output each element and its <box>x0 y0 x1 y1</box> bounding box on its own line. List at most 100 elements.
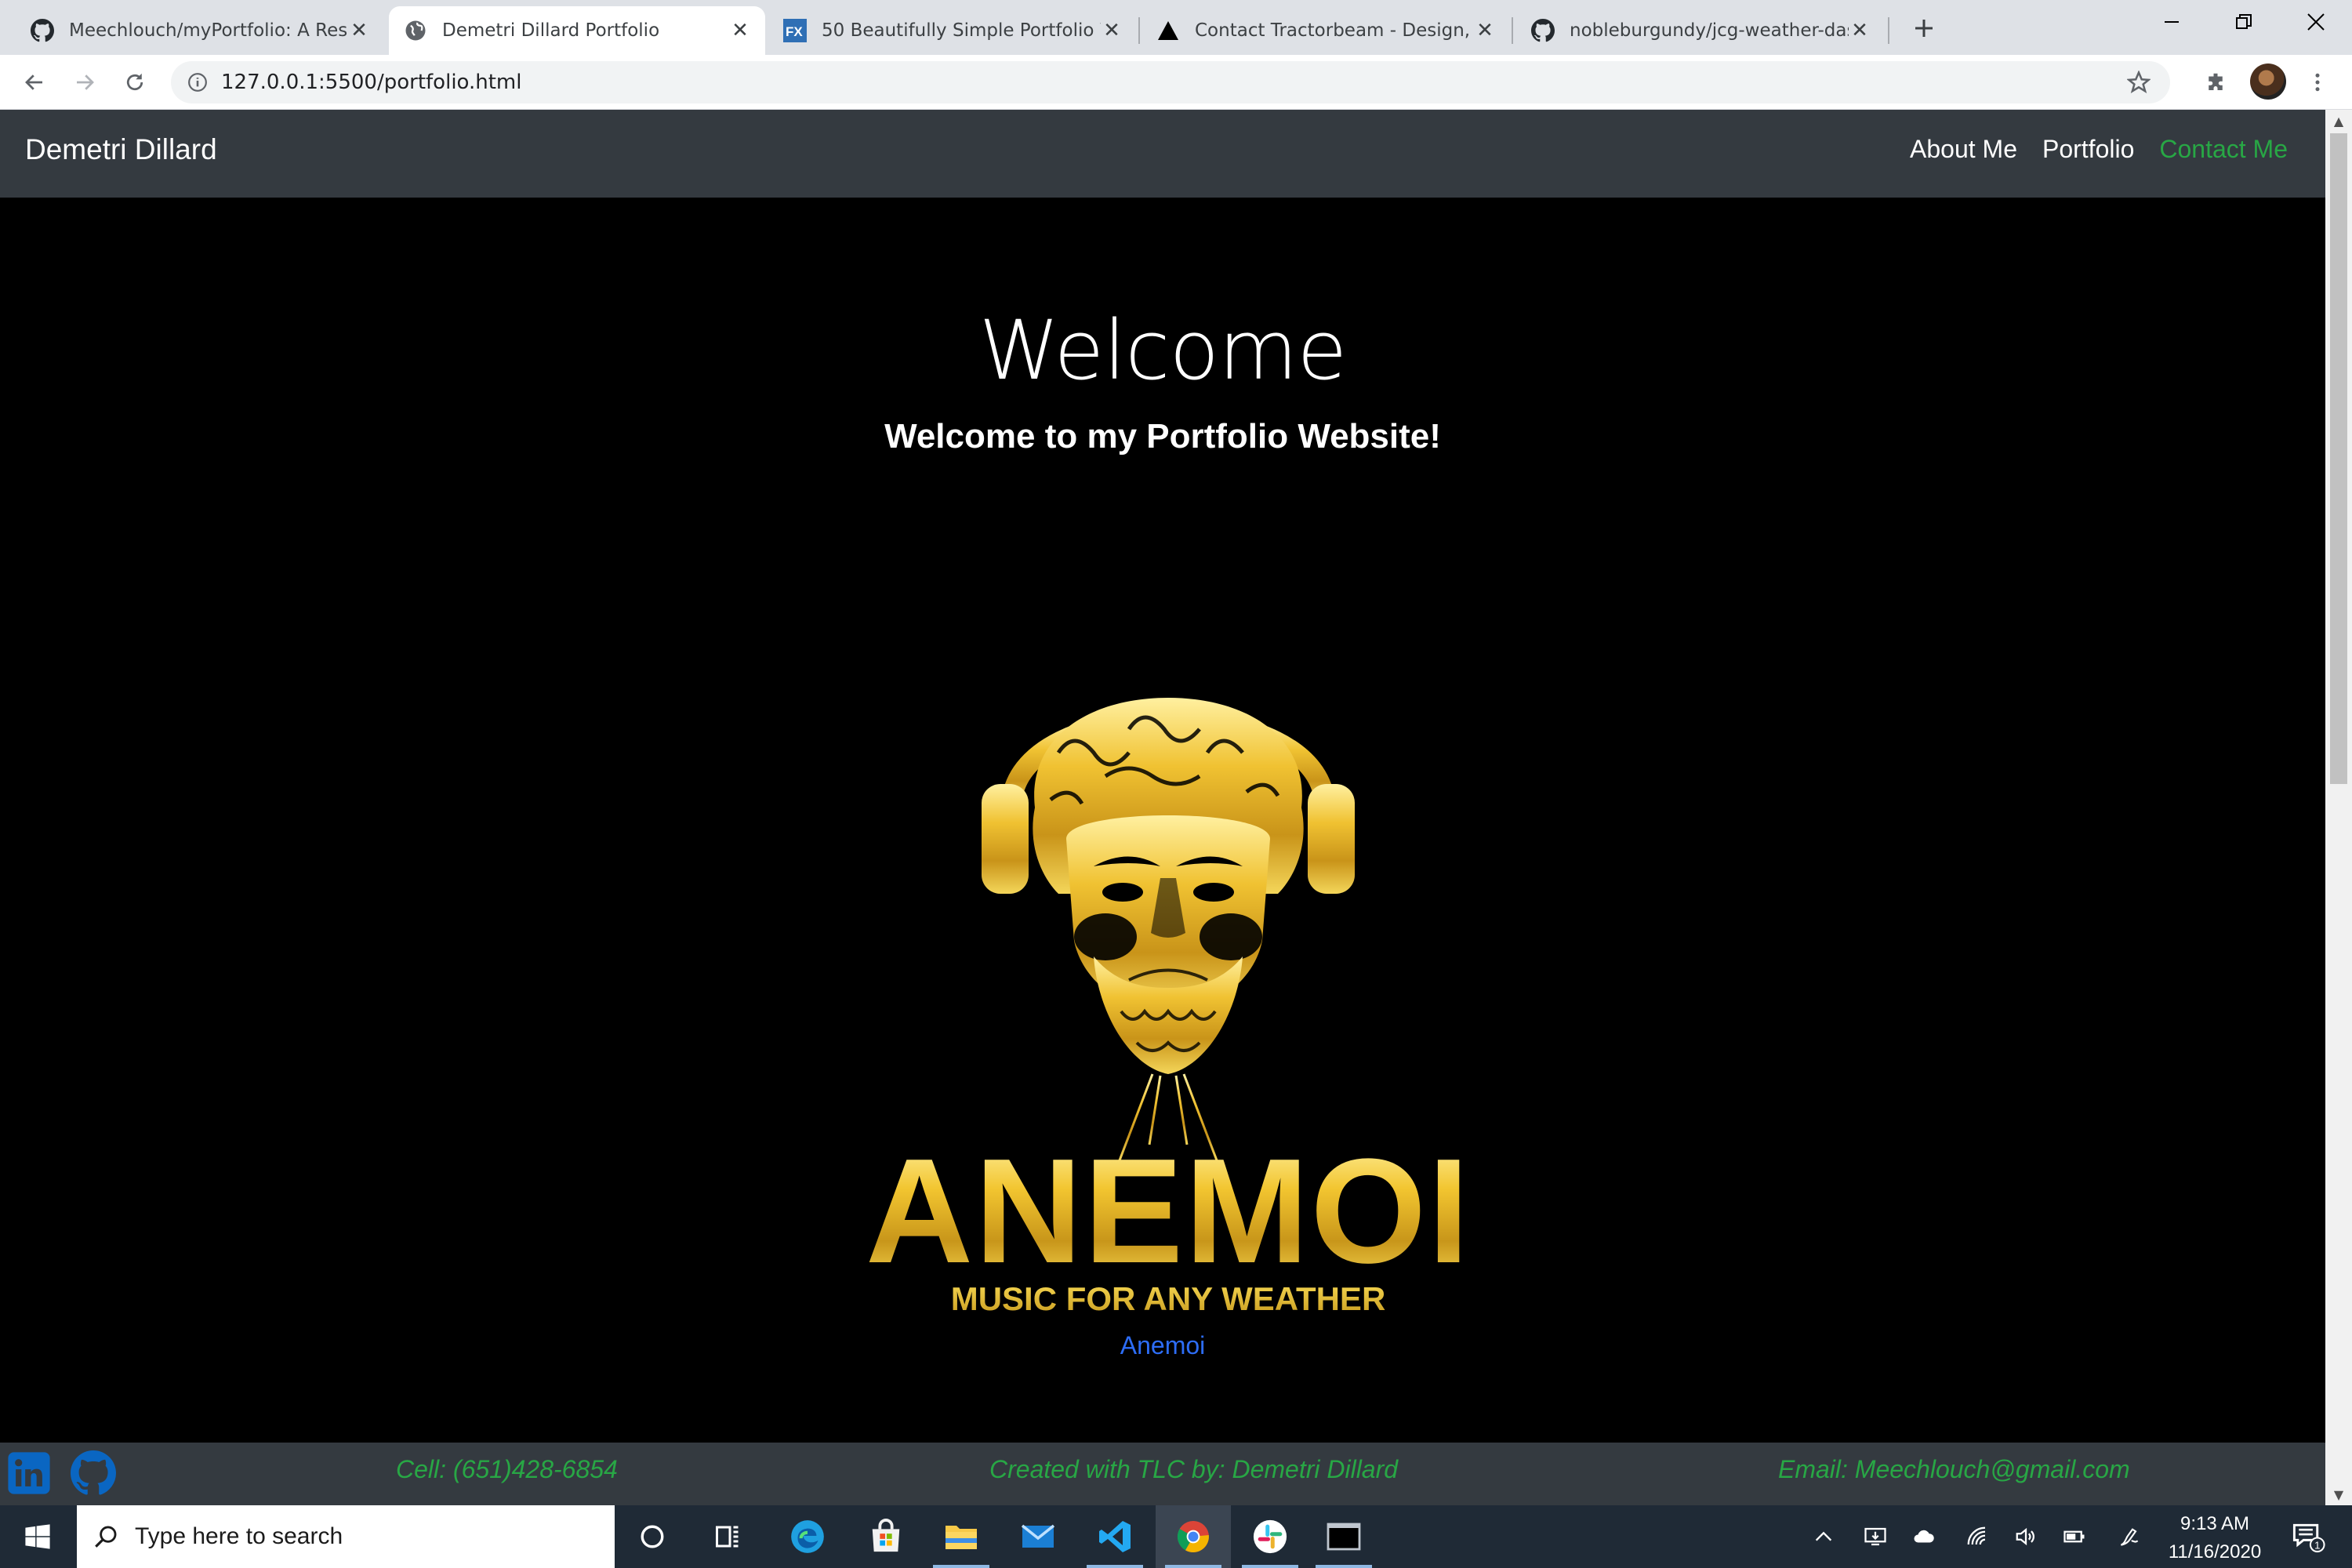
terminal-icon[interactable] <box>1306 1505 1381 1568</box>
tab-tractorbeam[interactable]: Contact Tractorbeam - Design, Br ✕ <box>1142 6 1510 55</box>
chrome-taskbar-icon[interactable] <box>1156 1505 1231 1568</box>
tab-fx-portfolio[interactable]: FX 50 Beautifully Simple Portfolio W ✕ <box>768 6 1137 55</box>
taskbar-search-box[interactable]: Type here to search <box>77 1505 615 1568</box>
tab-title: Contact Tractorbeam - Design, Br <box>1195 20 1474 41</box>
site-footer: Cell: (651)428-6854 Created with TLC by:… <box>0 1443 2325 1505</box>
running-indicator <box>1242 1565 1298 1568</box>
mail-icon[interactable] <box>1000 1505 1076 1568</box>
vscode-icon[interactable] <box>1077 1505 1152 1568</box>
site-navbar: Demetri Dillard About Me Portfolio Conta… <box>0 110 2325 198</box>
notification-badge: 1 <box>2314 1539 2320 1551</box>
wifi-icon[interactable] <box>1960 1505 1994 1568</box>
page-viewport: Demetri Dillard About Me Portfolio Conta… <box>0 110 2325 1505</box>
tab-title: 50 Beautifully Simple Portfolio W <box>822 20 1101 41</box>
close-icon[interactable]: ✕ <box>1849 19 1871 42</box>
back-button[interactable] <box>16 64 53 101</box>
windows-logo-icon <box>25 1524 50 1549</box>
nav-contact-me[interactable]: Contact Me <box>2159 135 2288 164</box>
new-tab-button[interactable] <box>1907 11 1941 45</box>
anemoi-logo-image[interactable] <box>870 643 1466 1160</box>
onedrive-cloud-icon[interactable] <box>1907 1505 1941 1568</box>
site-brand[interactable]: Demetri Dillard <box>25 133 217 166</box>
github-icon <box>1530 18 1555 43</box>
project-link-anemoi[interactable]: Anemoi <box>0 1331 2325 1360</box>
desktop-icon[interactable] <box>1858 1505 1893 1568</box>
browser-tab-strip: Meechlouch/myPortfolio: A Resp ✕ Demetri… <box>0 0 2352 55</box>
close-icon[interactable]: ✕ <box>348 19 370 42</box>
minimize-icon <box>2165 21 2179 23</box>
close-icon[interactable]: ✕ <box>729 19 751 42</box>
linkedin-icon[interactable] <box>6 1450 52 1496</box>
footer-cell: Cell: (651)428-6854 <box>396 1455 618 1483</box>
plus-icon <box>1915 20 1933 37</box>
running-indicator <box>1165 1565 1221 1568</box>
slack-icon[interactable] <box>1232 1505 1308 1568</box>
search-placeholder: Type here to search <box>135 1523 343 1549</box>
triangle-icon <box>1156 18 1181 43</box>
action-center-icon[interactable]: 1 <box>2285 1505 2332 1568</box>
volume-icon[interactable] <box>2009 1505 2043 1568</box>
profile-avatar[interactable] <box>2250 64 2286 100</box>
scroll-down-arrow-icon[interactable]: ▼ <box>2325 1483 2352 1505</box>
battery-icon[interactable] <box>2057 1505 2092 1568</box>
running-indicator <box>933 1565 989 1568</box>
nav-links: About Me Portfolio Contact Me <box>1910 135 2288 164</box>
file-explorer-icon[interactable] <box>924 1505 999 1568</box>
info-icon[interactable] <box>183 68 212 96</box>
tab-separator <box>1888 17 1889 44</box>
restore-button[interactable] <box>2208 0 2280 44</box>
start-button[interactable] <box>0 1505 75 1568</box>
bookmark-star-icon[interactable] <box>2125 68 2153 96</box>
tab-weather-dash[interactable]: nobleburgundy/jcg-weather-dash ✕ <box>1516 6 1885 55</box>
chevron-up-icon[interactable] <box>1808 1505 1839 1568</box>
windows-taskbar: Type here to search 9:13 AM 11/16/2020 1 <box>0 1505 2352 1568</box>
close-icon[interactable]: ✕ <box>1101 19 1123 42</box>
tab-myportfolio-repo[interactable]: Meechlouch/myPortfolio: A Resp ✕ <box>16 6 384 55</box>
restore-icon <box>2236 14 2252 29</box>
svg-text:FX: FX <box>786 24 803 39</box>
pen-ink-icon[interactable] <box>2112 1505 2147 1568</box>
hero-subtitle: Welcome to my Portfolio Website! <box>884 417 1441 456</box>
tab-separator <box>1512 17 1513 44</box>
tab-title: nobleburgundy/jcg-weather-dash <box>1570 20 1849 41</box>
cortana-icon[interactable] <box>615 1505 690 1568</box>
minimize-button[interactable] <box>2136 0 2208 44</box>
reload-button[interactable] <box>116 64 154 101</box>
logo-wordmark: ANEMOI <box>862 1137 1474 1286</box>
tab-separator <box>1138 17 1140 44</box>
page-scrollbar[interactable]: ▲ ▼ <box>2325 110 2352 1505</box>
url-text: 127.0.0.1:5500/portfolio.html <box>221 71 522 94</box>
hero-title: Welcome <box>978 303 1348 398</box>
nav-portfolio[interactable]: Portfolio <box>2042 135 2134 164</box>
footer-email[interactable]: Email: Meechlouch@gmail.com <box>1778 1455 2130 1484</box>
scrollbar-thumb[interactable] <box>2330 133 2347 784</box>
footer-credit: Created with TLC by: Demetri Dillard <box>989 1455 1399 1483</box>
close-icon[interactable]: ✕ <box>1474 19 1496 42</box>
tab-demetri-portfolio[interactable]: Demetri Dillard Portfolio ✕ <box>389 6 765 55</box>
github-icon[interactable] <box>71 1450 116 1496</box>
running-indicator <box>1316 1565 1372 1568</box>
search-icon <box>95 1526 117 1548</box>
address-bar[interactable]: 127.0.0.1:5500/portfolio.html <box>171 61 2170 103</box>
edge-browser-icon[interactable] <box>770 1505 845 1568</box>
taskbar-clock[interactable]: 9:13 AM 11/16/2020 <box>2151 1510 2278 1566</box>
reload-icon <box>126 73 143 91</box>
clock-date: 11/16/2020 <box>2168 1541 2262 1563</box>
close-window-button[interactable] <box>2280 0 2352 44</box>
extensions-button[interactable] <box>2197 64 2234 101</box>
arrow-left-icon <box>25 74 42 90</box>
github-icon <box>30 18 55 43</box>
task-view-icon[interactable] <box>690 1505 765 1568</box>
chrome-menu-button[interactable] <box>2299 64 2336 101</box>
scroll-up-arrow-icon[interactable]: ▲ <box>2325 110 2352 132</box>
logo-tagline: MUSIC FOR ANY WEATHER <box>862 1280 1474 1318</box>
forward-button[interactable] <box>66 64 103 101</box>
microsoft-store-icon[interactable] <box>848 1505 924 1568</box>
tab-title: Meechlouch/myPortfolio: A Resp <box>69 20 348 41</box>
browser-toolbar: 127.0.0.1:5500/portfolio.html <box>0 55 2352 110</box>
clock-time: 9:13 AM <box>2180 1513 2250 1534</box>
arrow-right-icon <box>77 74 94 90</box>
nav-about-me[interactable]: About Me <box>1910 135 2017 164</box>
close-icon <box>2307 13 2325 31</box>
fx-icon: FX <box>782 18 808 43</box>
